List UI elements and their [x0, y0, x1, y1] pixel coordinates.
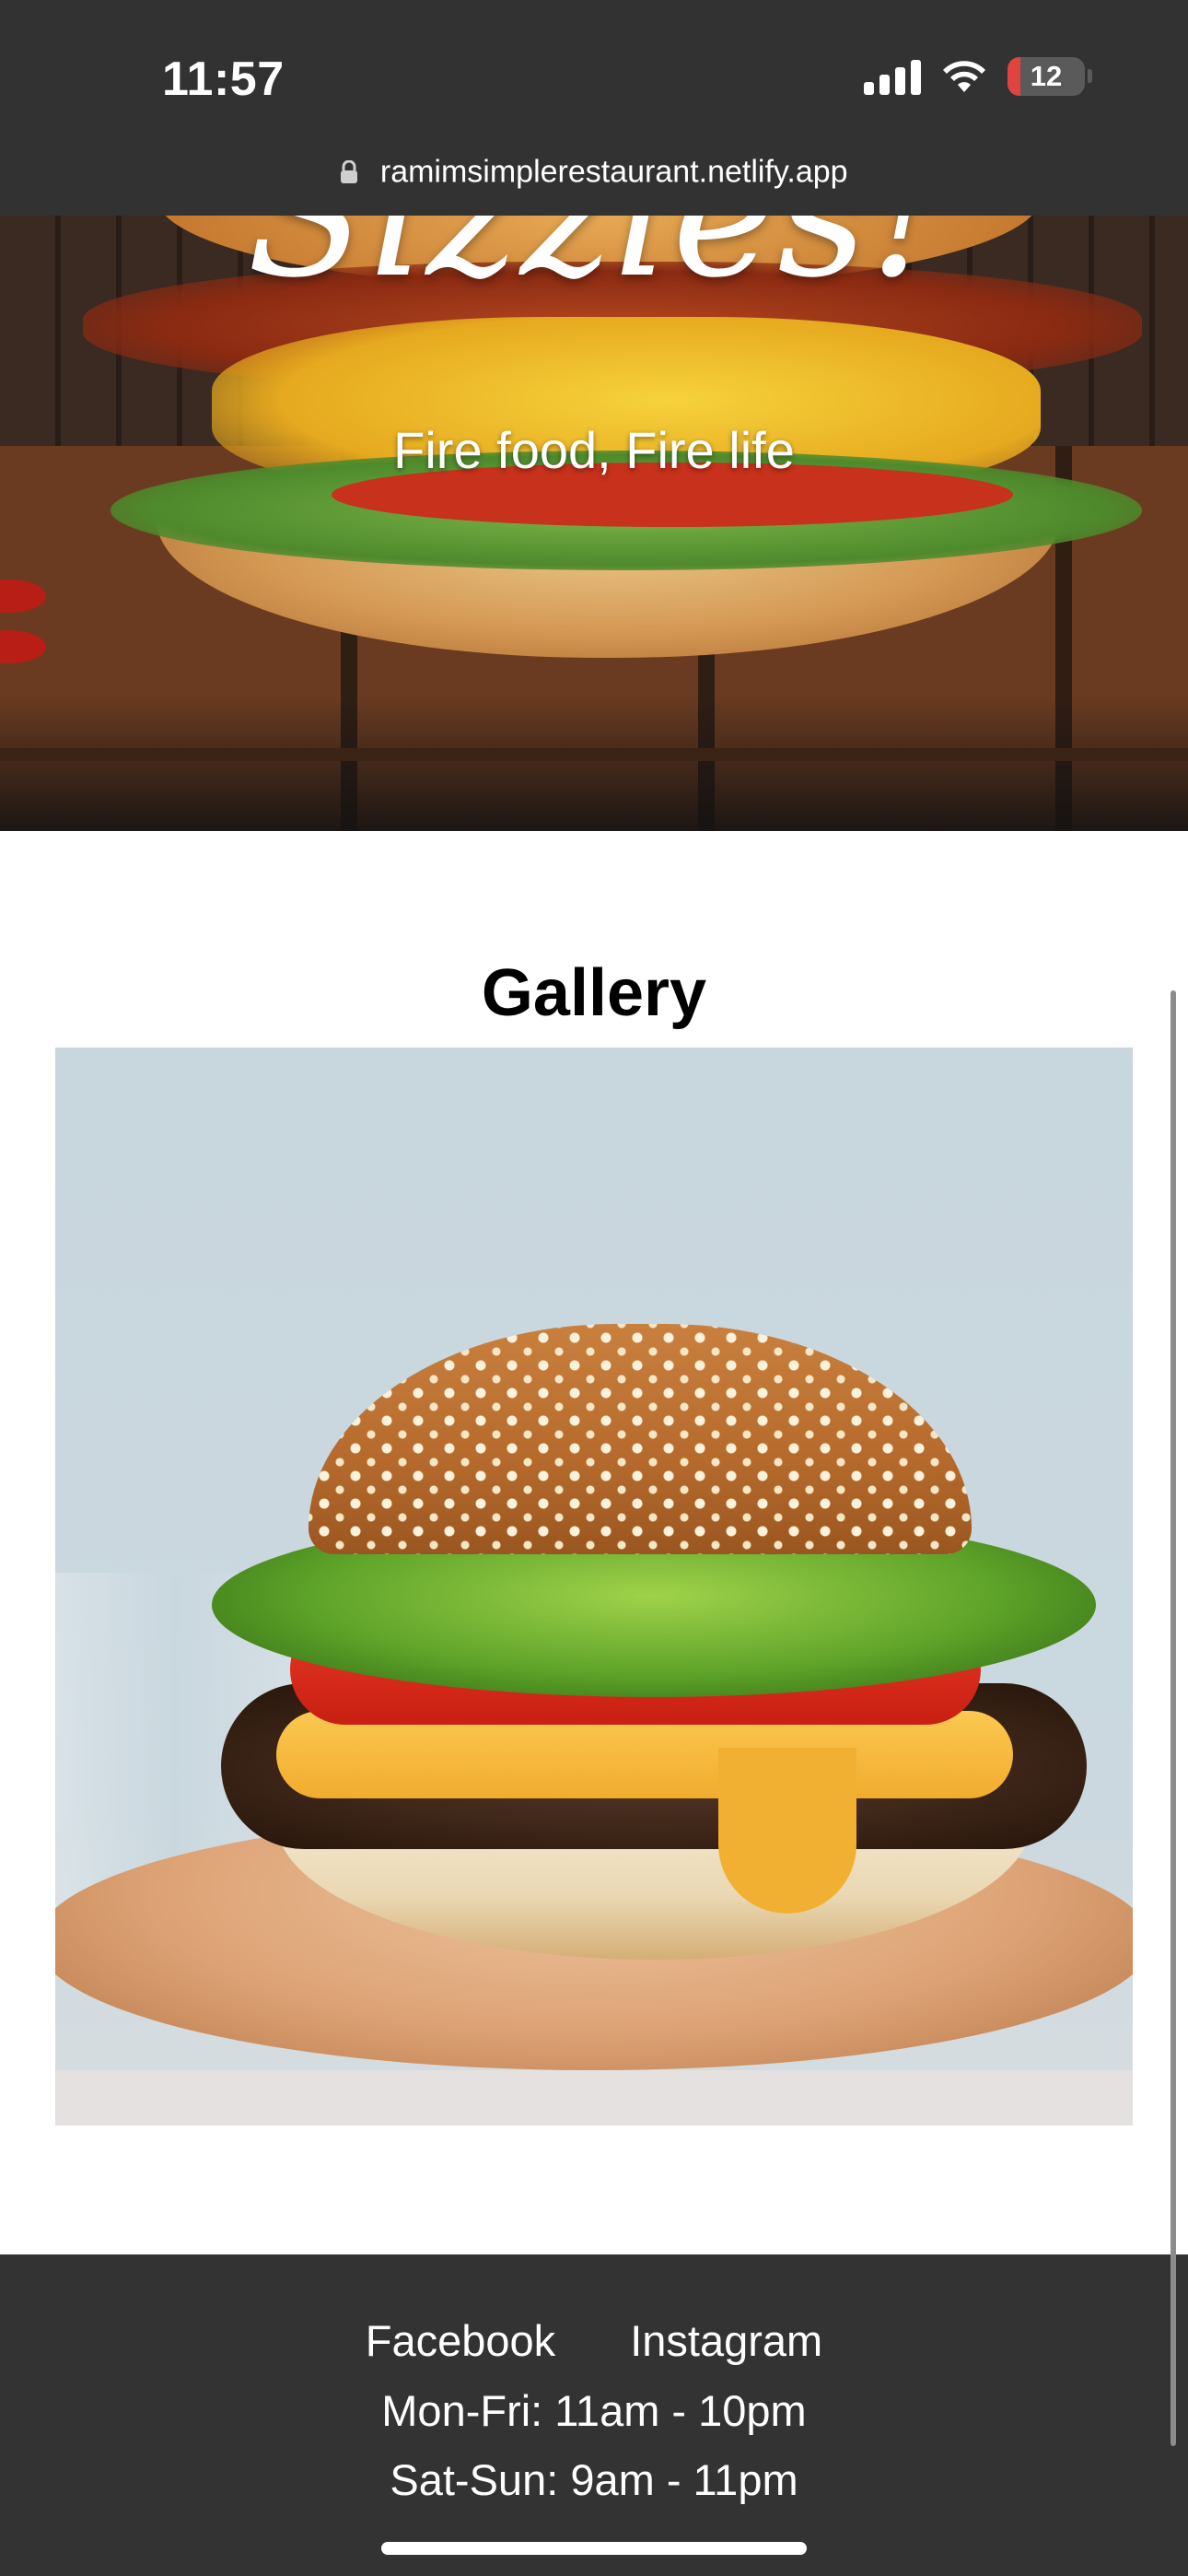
- chili-pepper-decoration: [0, 580, 46, 613]
- hero-subtitle: Fire food, Fire life: [393, 421, 795, 479]
- burger-sesame-bun-top: [309, 1324, 972, 1554]
- url-text: ramimsimplerestaurant.netlify.app: [379, 154, 848, 190]
- site-footer: Facebook Instagram Mon-Fri: 11am - 10pm …: [0, 2254, 1188, 2576]
- instagram-link[interactable]: Instagram: [630, 2316, 822, 2365]
- status-icons: 12: [864, 57, 1092, 96]
- hero-title: Sizzles!: [0, 216, 1188, 302]
- hero-banner: Sizzles! Fire food, Fire life: [0, 216, 1188, 831]
- battery-icon: 12: [1007, 57, 1092, 96]
- hours-weekend: Sat-Sun: 9am - 11pm: [390, 2455, 798, 2504]
- footer-social-links: Facebook Instagram: [0, 2315, 1188, 2366]
- page-scrollbar[interactable]: [1171, 990, 1176, 2446]
- burger-cheese-drip: [718, 1748, 856, 1914]
- home-indicator[interactable]: [381, 2542, 807, 2555]
- hours-weekday: Mon-Fri: 11am - 10pm: [381, 2386, 807, 2435]
- status-time: 11:57: [162, 53, 285, 106]
- address-bar[interactable]: ramimsimplerestaurant.netlify.app: [0, 153, 1188, 191]
- wifi-icon: [943, 61, 985, 92]
- gallery-heading: Gallery: [481, 956, 707, 1030]
- lock-icon: [341, 160, 358, 184]
- browser-chrome: 11:57 12 ramimsimplerestaurant.netlify.a…: [0, 0, 1188, 216]
- table-surface: [55, 2070, 1133, 2125]
- battery-level-text: 12: [1030, 60, 1063, 92]
- facebook-link[interactable]: Facebook: [366, 2316, 555, 2365]
- gallery-burger-image: [55, 1048, 1133, 2125]
- cellular-signal-icon: [864, 58, 921, 95]
